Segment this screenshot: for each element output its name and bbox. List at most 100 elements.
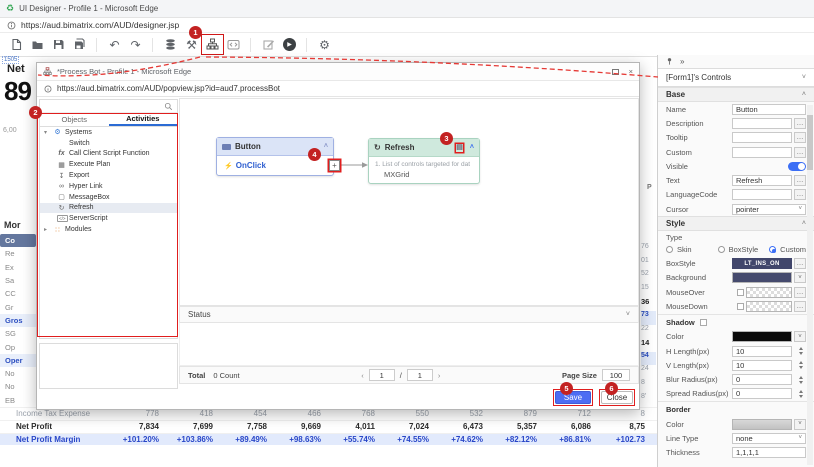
chevron-up-icon[interactable]: ˄ <box>802 220 806 227</box>
refresh-node-target[interactable]: MXGrid <box>375 170 473 179</box>
status-section-header[interactable]: Status ˅ <box>179 306 639 323</box>
tree-item-switch[interactable]: Switch <box>40 138 177 149</box>
ellipsis-button[interactable]: … <box>794 175 806 186</box>
ellipsis-button[interactable]: … <box>794 147 806 158</box>
popup-url-text[interactable]: https://aud.bimatrix.com/AUD/popview.jsp… <box>57 84 280 93</box>
collapse-chevron-icon[interactable]: ˄ <box>470 144 474 151</box>
list-item[interactable]: Op <box>0 340 36 353</box>
spinner-arrows[interactable] <box>796 376 806 384</box>
name-input[interactable] <box>732 104 806 115</box>
new-file-button[interactable] <box>6 35 27 54</box>
border-color-swatch[interactable] <box>732 419 792 430</box>
ellipsis-button[interactable]: … <box>794 258 806 269</box>
collapse-chevron-icon[interactable]: ˄ <box>324 143 328 150</box>
open-folder-button[interactable] <box>27 35 48 54</box>
list-item[interactable]: Ex <box>0 261 36 274</box>
save-all-button[interactable] <box>69 35 90 54</box>
mouseover-swatch[interactable] <box>746 287 792 298</box>
background-color-swatch[interactable] <box>732 272 792 283</box>
onclick-event[interactable]: ⚡ OnClick <box>224 161 326 170</box>
run-button[interactable]: ▶ <box>279 35 300 54</box>
description-input[interactable] <box>732 118 792 129</box>
next-page-button[interactable]: › <box>438 371 441 380</box>
list-item[interactable]: CC <box>0 287 36 300</box>
ellipsis-button[interactable]: … <box>794 287 806 298</box>
maximize-button[interactable] <box>612 69 619 75</box>
mousedown-swatch[interactable] <box>746 301 792 312</box>
tree-item-call-client-script[interactable]: fxCall Client Script Function <box>40 149 177 160</box>
line-type-select[interactable]: none˅ <box>732 433 806 444</box>
dropdown-button[interactable]: ˅ <box>794 272 806 283</box>
h-length-input[interactable] <box>732 346 792 357</box>
v-length-input[interactable] <box>732 360 792 371</box>
list-item[interactable]: EB <box>0 394 36 407</box>
section-base[interactable]: Base ˄ <box>658 87 814 102</box>
tree-item-hyper-link[interactable]: ∞Hyper Link <box>40 181 177 192</box>
dropdown-button[interactable]: ˅ <box>794 419 806 430</box>
pin-icon[interactable] <box>665 57 674 66</box>
tree-node-modules[interactable]: ▸ ∷ Modules <box>40 224 177 235</box>
refresh-node[interactable]: ↻ Refresh ▤ ˄ 1. List of controls target… <box>368 138 480 184</box>
scrollbar-thumb[interactable] <box>807 115 813 170</box>
list-item[interactable]: Gr <box>0 300 36 313</box>
tab-activities[interactable]: Activities <box>109 113 178 126</box>
node-output-port[interactable]: + <box>329 160 340 171</box>
tab-objects[interactable]: Objects <box>40 113 109 126</box>
tree-search-bar[interactable] <box>40 100 177 113</box>
popup-address-bar[interactable]: https://aud.bimatrix.com/AUD/popview.jsp… <box>37 81 639 97</box>
radio-boxstyle[interactable] <box>718 246 725 253</box>
tooltip-input[interactable] <box>732 132 792 143</box>
list-item[interactable]: Gros <box>0 314 36 327</box>
visible-toggle[interactable] <box>788 162 806 171</box>
node-settings-icon[interactable]: ▤ <box>456 144 463 152</box>
controls-header[interactable]: [Form1]'s Controls ˅ <box>658 68 814 87</box>
blur-radius-input[interactable] <box>732 374 792 385</box>
process-bot-button[interactable] <box>202 35 223 54</box>
shadow-checkbox[interactable] <box>700 319 707 326</box>
radio-skin[interactable] <box>666 246 673 253</box>
spinner-arrows[interactable] <box>796 390 806 398</box>
refresh-node-header[interactable]: ↻ Refresh ▤ ˄ <box>369 139 479 157</box>
spread-radius-input[interactable] <box>732 388 792 399</box>
url-text[interactable]: https://aud.bimatrix.com/AUD/designer.js… <box>21 20 179 30</box>
custom-input[interactable] <box>732 147 792 158</box>
tree-item-messagebox[interactable]: ▢MessageBox <box>40 192 177 203</box>
edit-button[interactable] <box>258 35 279 54</box>
spinner-arrows[interactable] <box>796 361 806 369</box>
list-item[interactable]: Re <box>0 247 36 260</box>
panel-scrollbar[interactable] <box>807 105 813 465</box>
thickness-input[interactable] <box>732 447 806 458</box>
data-source-button[interactable] <box>160 35 181 54</box>
prev-page-button[interactable]: ‹ <box>361 371 364 380</box>
page-input[interactable] <box>369 369 395 381</box>
list-item[interactable]: Sa <box>0 274 36 287</box>
tree-item-serverscript[interactable]: </>ServerScript <box>40 213 177 224</box>
cursor-select[interactable]: pointer˅ <box>732 204 806 215</box>
ellipsis-button[interactable]: … <box>794 118 806 129</box>
popup-titlebar[interactable]: *Process Bot - Profile 1 - Microsoft Edg… <box>37 63 639 81</box>
collapse-panel-icon[interactable]: » <box>680 57 684 66</box>
search-icon[interactable] <box>164 102 173 111</box>
tree-node-systems[interactable]: ▾ ⚙ Systems <box>40 127 177 138</box>
text-input[interactable] <box>732 175 792 186</box>
undo-button[interactable]: ↶ <box>104 35 125 54</box>
chevron-down-icon[interactable]: ˅ <box>626 311 630 318</box>
settings-button[interactable]: ⚙ <box>314 35 335 54</box>
list-item[interactable]: No <box>0 380 36 393</box>
tree-item-refresh[interactable]: ↻Refresh <box>40 203 177 214</box>
list-item[interactable]: Oper <box>0 354 36 367</box>
section-style[interactable]: Style ˄ <box>658 216 814 231</box>
dropdown-button[interactable]: ˅ <box>794 331 806 342</box>
total-pages-input[interactable] <box>407 369 433 381</box>
tree-item-execute-plan[interactable]: ▦Execute Plan <box>40 159 177 170</box>
server-script-button[interactable] <box>223 35 244 54</box>
chevron-up-icon[interactable]: ˄ <box>802 91 806 98</box>
language-code-input[interactable] <box>732 189 792 200</box>
chevron-down-icon[interactable]: ˅ <box>802 74 806 81</box>
ellipsis-button[interactable]: … <box>794 189 806 200</box>
radio-custom[interactable] <box>769 246 776 253</box>
close-window-button[interactable]: × <box>629 67 633 76</box>
tree-item-export[interactable]: ↧Export <box>40 170 177 181</box>
save-button[interactable] <box>48 35 69 54</box>
flow-canvas[interactable]: Button ˄ ⚡ OnClick + ↻ Refresh ▤ ˄ <box>179 98 639 306</box>
